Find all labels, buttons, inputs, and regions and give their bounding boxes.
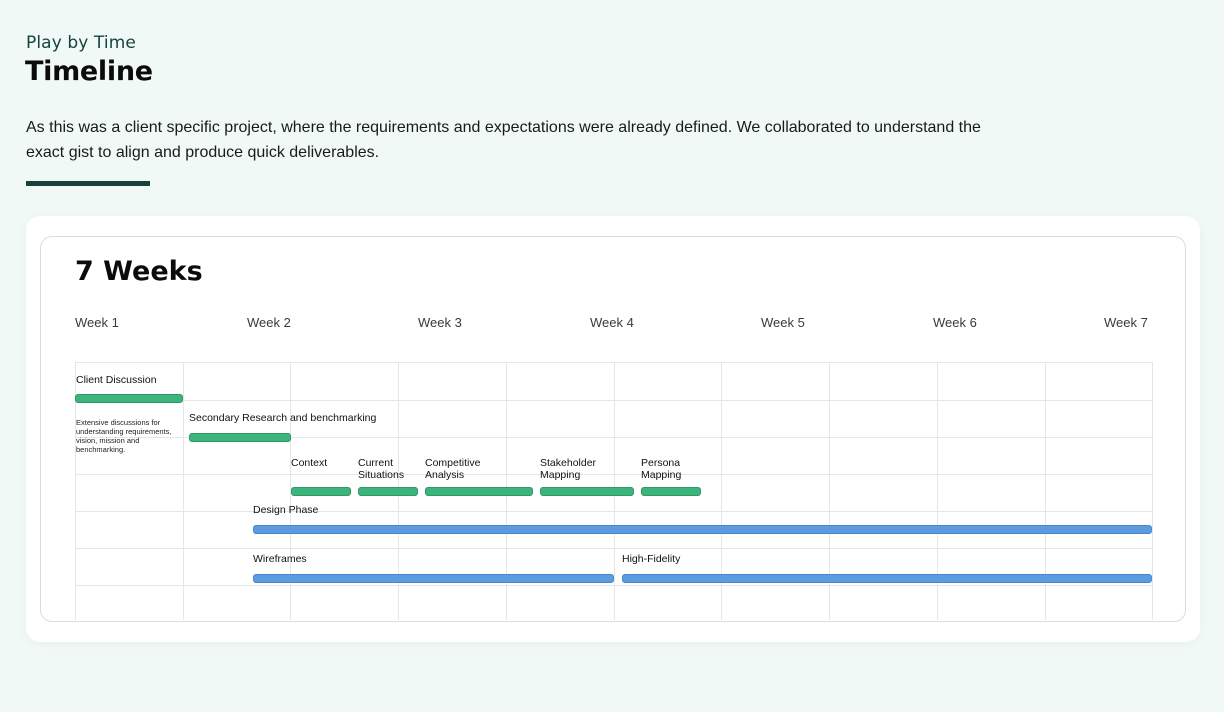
task-bar-persona-mapping [641,487,701,496]
timeline-duration-title: 7 Weeks [75,256,203,287]
task-label-design-phase: Design Phase [253,504,319,516]
task-label-high-fidelity: High-Fidelity [622,553,681,565]
week-label-2: Week 2 [247,315,291,330]
task-label-competitive-analysis: Competitive Analysis [425,457,481,481]
task-label-secondary-research: Secondary Research and benchmarking [189,412,377,424]
task-bar-wireframes [253,574,614,583]
task-note-client-discussion: Extensive discussions for understanding … [76,418,172,454]
task-label-client-discussion: Client Discussion [76,374,157,386]
timeline-description: As this was a client specific project, w… [26,119,981,161]
task-label-persona-mapping: Persona Mapping [641,457,682,481]
week-label-4: Week 4 [590,315,634,330]
section-eyebrow: Play by Time [26,33,136,53]
page-title: Timeline [25,56,153,87]
task-bar-design-phase [253,525,1152,534]
task-bar-competitive-analysis [425,487,533,496]
task-bar-stakeholder-mapping [540,487,634,496]
task-bar-high-fidelity [622,574,1152,583]
task-bar-context [291,487,351,496]
task-label-current-situations: Current Situations [358,457,405,481]
week-label-3: Week 3 [418,315,462,330]
task-bar-client-discussion [75,394,183,403]
task-label-wireframes: Wireframes [253,553,307,565]
week-label-1: Week 1 [75,315,119,330]
task-label-stakeholder-mapping: Stakeholder Mapping [540,457,597,481]
task-bar-current-situations [358,487,418,496]
week-label-5: Week 5 [761,315,805,330]
week-label-6: Week 6 [933,315,977,330]
accent-divider [26,181,150,186]
week-label-7: Week 7 [1104,315,1148,330]
task-label-context: Context [291,457,328,469]
task-bar-secondary-research [189,433,291,442]
